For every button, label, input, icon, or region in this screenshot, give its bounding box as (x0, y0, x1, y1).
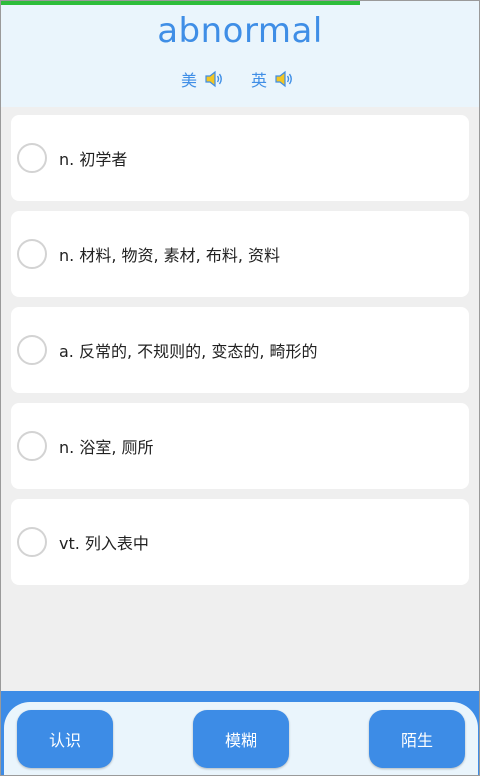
speaker-icon (205, 70, 222, 88)
radio-button[interactable] (17, 239, 47, 269)
answer-option[interactable]: a. 反常的, 不规则的, 变态的, 畸形的 (11, 307, 469, 393)
radio-button[interactable] (17, 431, 47, 461)
answer-option[interactable]: n. 材料, 物资, 素材, 布料, 资料 (11, 211, 469, 297)
answer-option[interactable]: n. 初学者 (11, 115, 469, 201)
answer-option[interactable]: n. 浴室, 厕所 (11, 403, 469, 489)
app-screen: abnormal 美 英 n. 初学者 n. 材料, 物资, 素材, 布料, 资… (0, 0, 480, 776)
progress-bar (1, 1, 479, 5)
radio-button[interactable] (17, 527, 47, 557)
option-text: n. 材料, 物资, 素材, 布料, 资料 (59, 246, 281, 265)
uk-pronunciation-label: 英 (251, 71, 268, 90)
answer-option[interactable]: vt. 列入表中 (11, 499, 469, 585)
unfamiliar-button[interactable]: 陌生 (369, 710, 465, 768)
option-text: n. 初学者 (59, 150, 128, 169)
word-title: abnormal (157, 11, 323, 51)
radio-button[interactable] (17, 335, 47, 365)
vague-button[interactable]: 模糊 (193, 710, 289, 768)
progress-bar-fill (1, 1, 360, 5)
speaker-icon (275, 70, 292, 88)
radio-button[interactable] (17, 143, 47, 173)
word-header: abnormal 美 英 (1, 1, 479, 107)
option-text: a. 反常的, 不规则的, 变态的, 畸形的 (59, 342, 318, 361)
option-text: n. 浴室, 厕所 (59, 438, 154, 457)
option-text: vt. 列入表中 (59, 534, 149, 553)
us-pronunciation-button[interactable]: 美 (181, 67, 225, 91)
us-pronunciation-label: 美 (181, 71, 198, 90)
know-button[interactable]: 认识 (17, 710, 113, 768)
uk-pronunciation-button[interactable]: 英 (251, 67, 295, 91)
